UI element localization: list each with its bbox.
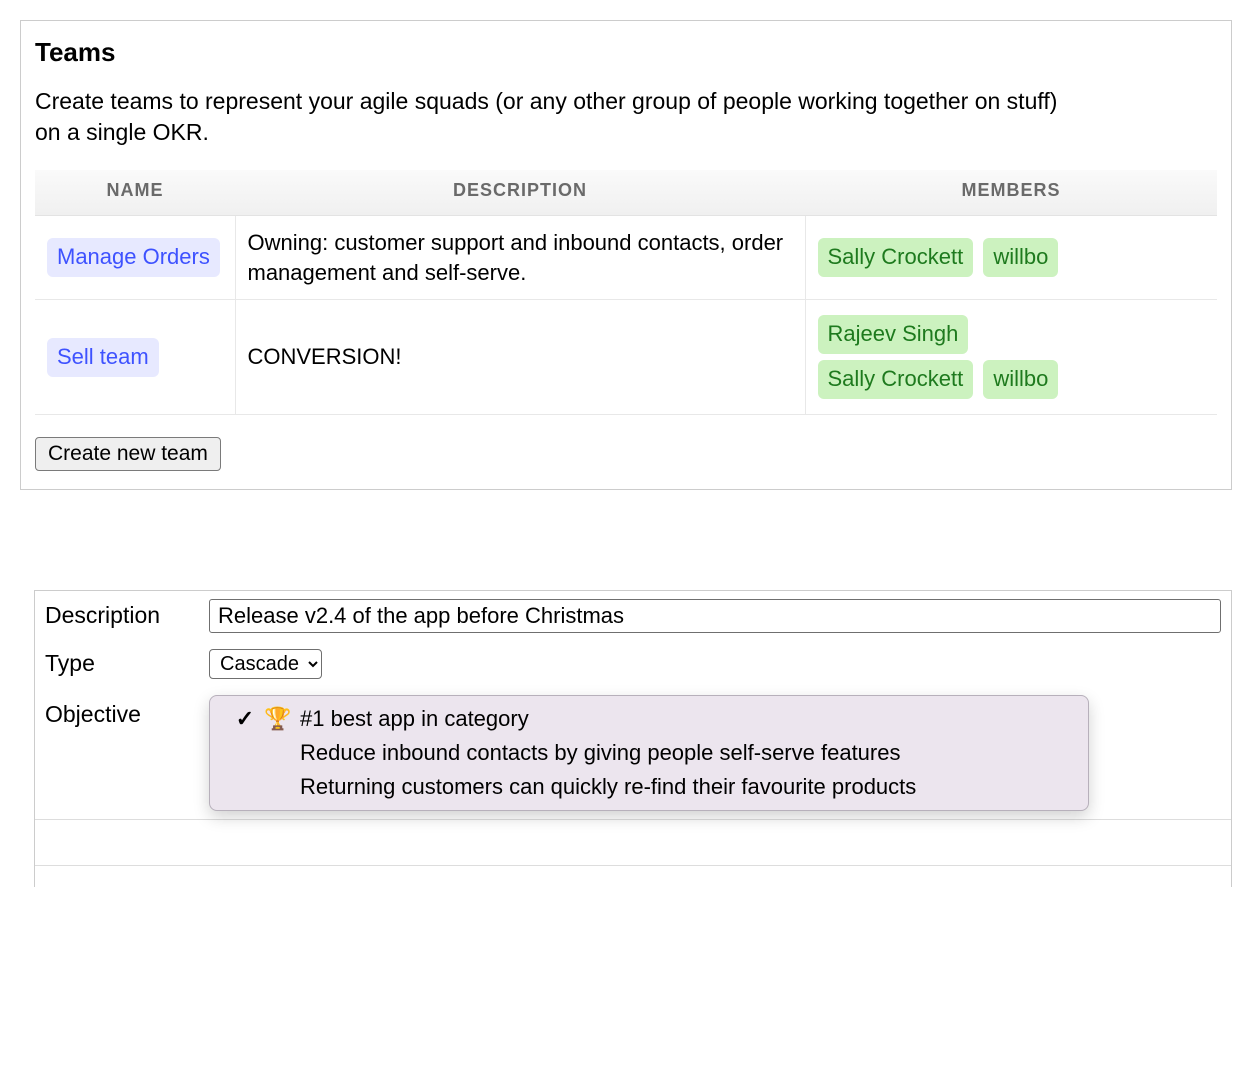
- teams-panel: Teams Create teams to represent your agi…: [20, 20, 1232, 490]
- objective-option[interactable]: ✓ 🏆 Reduce inbound contacts by giving pe…: [210, 736, 1088, 770]
- member-chip[interactable]: willbo: [983, 238, 1058, 277]
- check-icon: ✓: [234, 706, 256, 732]
- teams-title: Teams: [35, 37, 1217, 68]
- form-row-objective: Objective ✓ 🏆 #1 best app in category ✓ …: [35, 687, 1231, 819]
- team-description-cell: Owning: customer support and inbound con…: [235, 216, 805, 300]
- description-input[interactable]: [209, 599, 1221, 633]
- objective-option-label: Returning customers can quickly re-find …: [300, 774, 916, 800]
- member-chip[interactable]: Sally Crockett: [818, 360, 974, 399]
- teams-description-line1: Create teams to represent your agile squ…: [35, 88, 1057, 114]
- teams-description-line2: on a single OKR.: [35, 117, 1217, 148]
- label-objective: Objective: [45, 695, 195, 728]
- form-row-cutoff: [35, 865, 1231, 887]
- team-link-manage-orders[interactable]: Manage Orders: [47, 238, 220, 277]
- teams-description: Create teams to represent your agile squ…: [35, 86, 1217, 148]
- team-members-cell: Rajeev Singh Sally Crockett willbo: [805, 300, 1217, 414]
- table-row: Manage Orders Owning: customer support a…: [35, 216, 1217, 300]
- type-select[interactable]: Cascade: [209, 649, 322, 679]
- team-members-cell: Sally Crockett willbo: [805, 216, 1217, 300]
- objective-option[interactable]: ✓ 🏆 #1 best app in category: [210, 702, 1088, 736]
- teams-table: Name Description Members Manage Orders O…: [35, 170, 1217, 415]
- objective-dropdown[interactable]: ✓ 🏆 #1 best app in category ✓ 🏆 Reduce i…: [209, 695, 1221, 811]
- member-chip[interactable]: Sally Crockett: [818, 238, 974, 277]
- member-chip[interactable]: Rajeev Singh: [818, 315, 969, 354]
- trophy-icon: 🏆: [264, 706, 292, 732]
- objective-dropdown-menu: ✓ 🏆 #1 best app in category ✓ 🏆 Reduce i…: [209, 695, 1089, 811]
- create-new-team-button[interactable]: Create new team: [35, 437, 221, 471]
- team-link-sell-team[interactable]: Sell team: [47, 338, 159, 377]
- objective-option-label: #1 best app in category: [300, 706, 529, 732]
- table-row: Sell team CONVERSION! Rajeev Singh Sally…: [35, 300, 1217, 414]
- col-header-name: Name: [35, 170, 235, 216]
- form-row-description: Description: [35, 591, 1231, 641]
- objective-option[interactable]: ✓ 🏆 Returning customers can quickly re-f…: [210, 770, 1088, 804]
- label-description: Description: [45, 602, 195, 629]
- form-row-type: Type Cascade: [35, 641, 1231, 687]
- col-header-description: Description: [235, 170, 805, 216]
- member-chip[interactable]: willbo: [983, 360, 1058, 399]
- form-row-empty: [35, 819, 1231, 865]
- objective-option-label: Reduce inbound contacts by giving people…: [300, 740, 900, 766]
- col-header-members: Members: [805, 170, 1217, 216]
- label-type: Type: [45, 650, 195, 677]
- team-description-cell: CONVERSION!: [235, 300, 805, 414]
- objective-form-panel: Description Type Cascade Objective ✓ 🏆 #…: [34, 590, 1232, 887]
- teams-table-header-row: Name Description Members: [35, 170, 1217, 216]
